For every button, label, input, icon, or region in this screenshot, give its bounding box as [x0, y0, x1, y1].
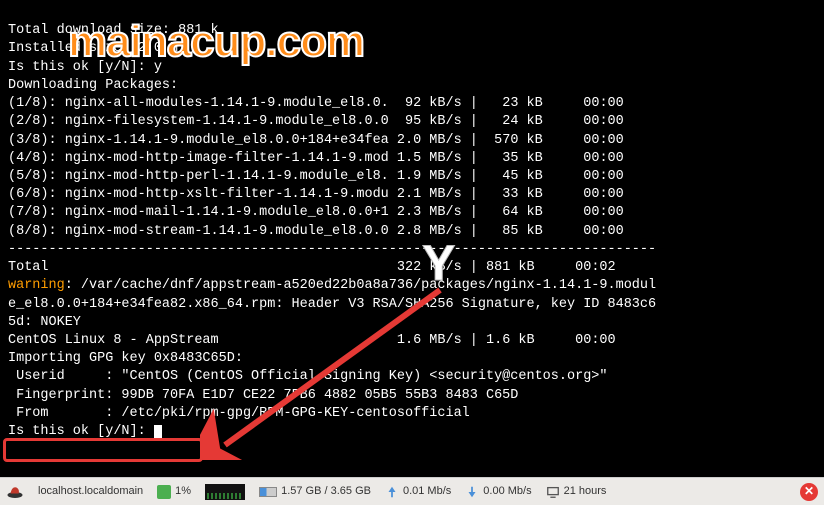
ram-value: 1.57 GB / 3.65 GB: [281, 484, 371, 499]
warning-line: e_el8.0.0+184+e34fea82.x86_64.rpm: Heade…: [8, 297, 656, 312]
network-graph-icon: [205, 484, 245, 500]
gpg-line: Userid : "CentOS (CentOS Official Signin…: [8, 369, 608, 384]
line: Total download size: 881 k: [8, 23, 219, 38]
appstream-row: CentOS Linux 8 - AppStream 1.6 MB/s | 1.…: [8, 333, 616, 348]
net-graph-widget[interactable]: [205, 484, 245, 500]
line: Is this ok [y/N]: y: [8, 60, 162, 75]
total-row: Total 322 kB/s | 881 kB 00:02: [8, 260, 616, 275]
warning-line: warning: /var/cache/dnf/appstream-a520ed…: [8, 278, 656, 293]
os-icon[interactable]: [6, 483, 24, 501]
gpg-line: Importing GPG key 0x8483C65D:: [8, 351, 243, 366]
cpu-value: 1%: [175, 484, 191, 499]
ram-icon: [259, 487, 277, 497]
pkg-row: (8/8): nginx-mod-stream-1.14.1-9.module_…: [8, 224, 624, 239]
net-down-widget[interactable]: 0.00 Mb/s: [465, 484, 531, 499]
net-down-value: 0.00 Mb/s: [483, 484, 531, 499]
pkg-row: (5/8): nginx-mod-http-perl-1.14.1-9.modu…: [8, 169, 624, 184]
close-button[interactable]: ✕: [800, 483, 818, 501]
ram-widget[interactable]: 1.57 GB / 3.65 GB: [259, 484, 371, 499]
taskbar[interactable]: localhost.localdomain 1% 1.57 GB / 3.65 …: [0, 477, 824, 505]
uptime-value: 21 hours: [564, 484, 607, 499]
net-up-value: 0.01 Mb/s: [403, 484, 451, 499]
line: Installed size: 2.0 M: [8, 41, 178, 56]
uptime-widget[interactable]: 21 hours: [546, 484, 607, 499]
hostname-label[interactable]: localhost.localdomain: [38, 484, 143, 499]
pkg-row: (1/8): nginx-all-modules-1.14.1-9.module…: [8, 96, 624, 111]
upload-icon: [385, 485, 399, 499]
monitor-icon: [546, 485, 560, 499]
cpu-icon: [157, 485, 171, 499]
prompt-highlight-box: [3, 438, 203, 462]
terminal-output[interactable]: Total download size: 881 k Installed siz…: [0, 0, 824, 445]
pkg-row: (6/8): nginx-mod-http-xslt-filter-1.14.1…: [8, 187, 624, 202]
download-icon: [465, 485, 479, 499]
gpg-line: From : /etc/pki/rpm-gpg/RPM-GPG-KEY-cent…: [8, 406, 470, 421]
cpu-widget[interactable]: 1%: [157, 484, 191, 499]
divider: ----------------------------------------…: [8, 242, 656, 257]
cursor-icon: [154, 425, 162, 439]
pkg-row: (7/8): nginx-mod-mail-1.14.1-9.module_el…: [8, 205, 624, 220]
prompt-line[interactable]: Is this ok [y/N]:: [8, 424, 162, 439]
gpg-line: Fingerprint: 99DB 70FA E1D7 CE22 7FB6 48…: [8, 388, 518, 403]
pkg-row: (2/8): nginx-filesystem-1.14.1-9.module_…: [8, 114, 624, 129]
warning-line: 5d: NOKEY: [8, 315, 81, 330]
pkg-row: (3/8): nginx-1.14.1-9.module_el8.0.0+184…: [8, 133, 624, 148]
net-up-widget[interactable]: 0.01 Mb/s: [385, 484, 451, 499]
line: Downloading Packages:: [8, 78, 178, 93]
pkg-row: (4/8): nginx-mod-http-image-filter-1.14.…: [8, 151, 624, 166]
